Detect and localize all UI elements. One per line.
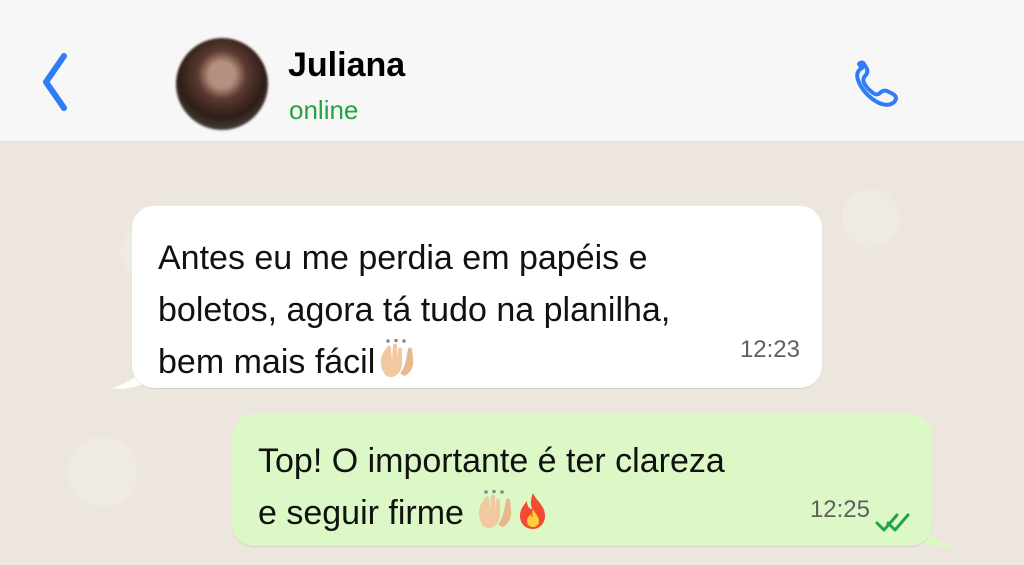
avatar[interactable] [176,38,268,130]
back-button[interactable] [36,50,76,114]
chat-header: Juliana online [0,0,1024,142]
phone-icon [855,60,899,107]
raising-hands-emoji [375,338,417,381]
raising-hands-emoji [473,489,515,532]
message-time: 12:25 [809,496,870,523]
contact-status: online [289,95,359,125]
double-check-icon [875,513,910,532]
contact-name[interactable]: Juliana [288,46,405,85]
incoming-message-text: Antes eu me perdia em papéis e boletos, … [158,232,798,388]
call-button[interactable] [848,60,908,112]
outgoing-message-bubble[interactable]: Top! O importante é ter clareza e seguir… [232,414,932,546]
chevron-left-icon [43,53,67,111]
message-time: 12:23 [739,336,800,363]
fire-emoji [515,491,551,531]
incoming-message-bubble[interactable]: Antes eu me perdia em papéis e boletos, … [132,206,822,388]
